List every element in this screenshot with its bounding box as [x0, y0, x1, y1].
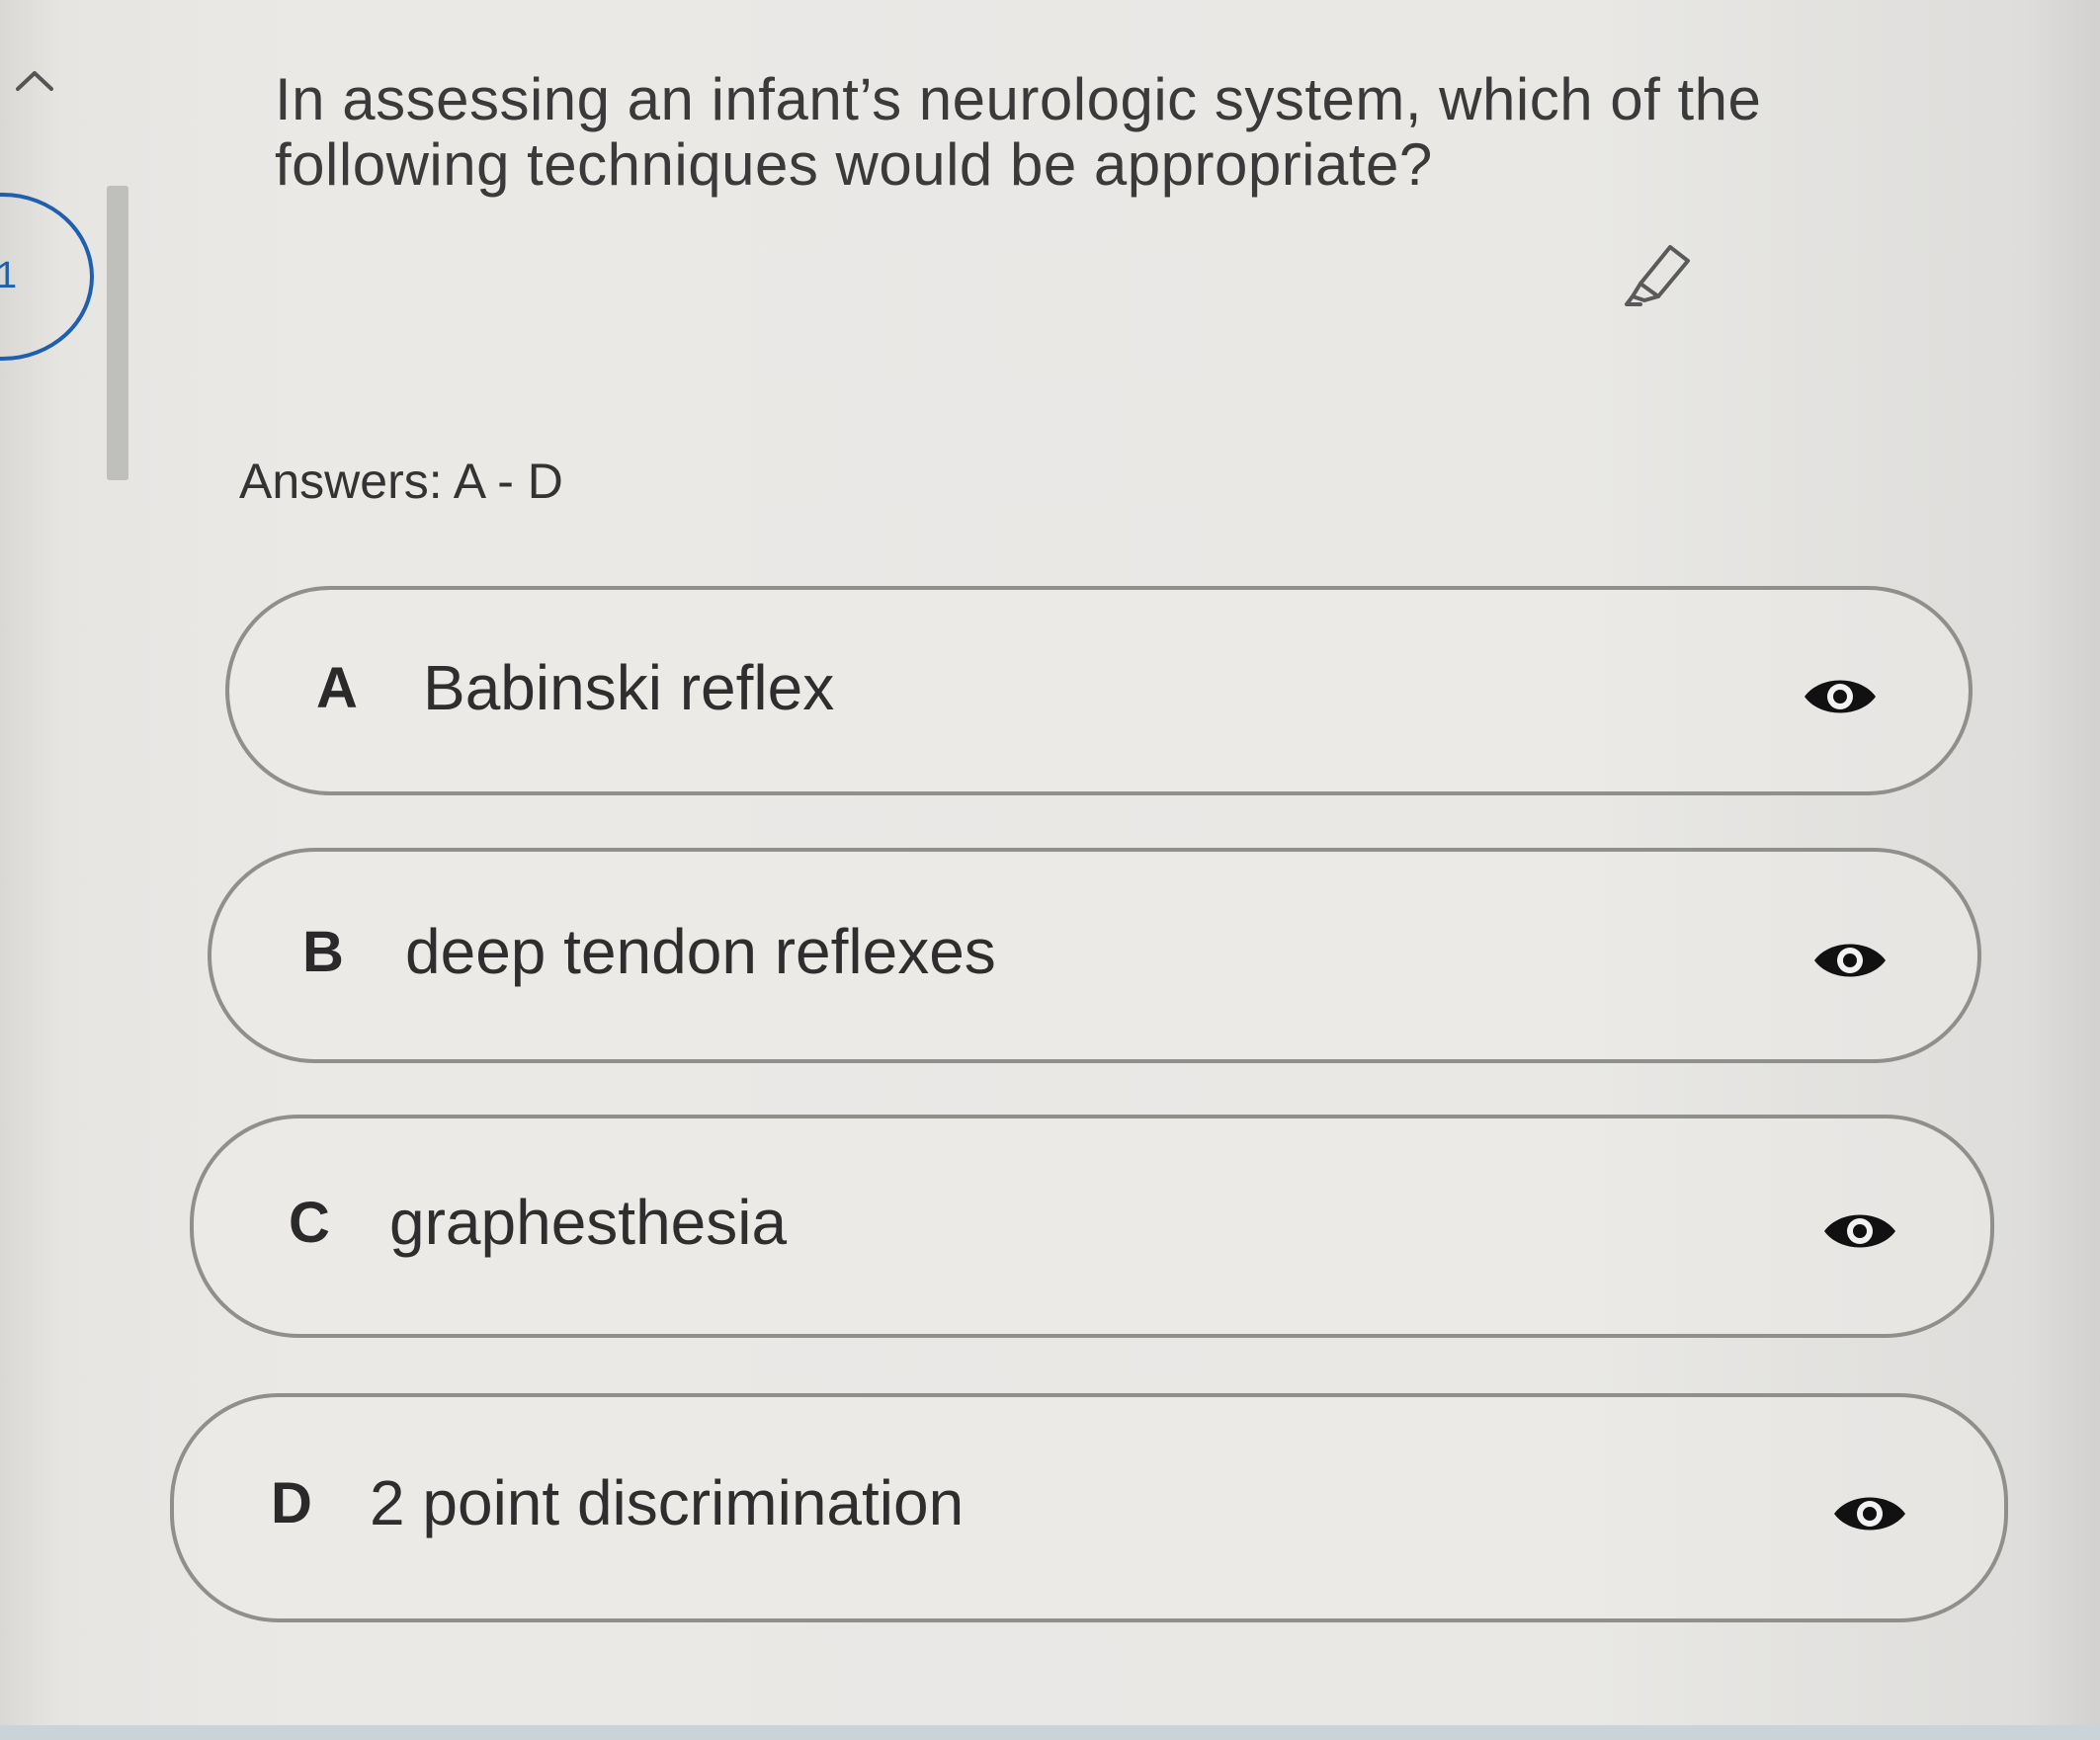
- collapse-button[interactable]: [10, 59, 59, 99]
- option-text: Babinski reflex: [423, 652, 835, 723]
- highlighter-icon: [1625, 245, 1690, 306]
- option-a[interactable]: A Babinski reflex: [225, 586, 1973, 795]
- chevron-up-icon: [16, 71, 53, 91]
- answers-label: Answers: A - D: [239, 454, 563, 509]
- eye-icon[interactable]: [1830, 1488, 1909, 1539]
- highlight-button[interactable]: [1611, 229, 1700, 318]
- eye-icon[interactable]: [1820, 1205, 1899, 1257]
- question-text: In assessing an infant’s neurologic syst…: [275, 66, 1762, 198]
- bottom-bar: [0, 1725, 2100, 1740]
- option-letter: B: [302, 920, 344, 984]
- eye-icon[interactable]: [1810, 935, 1890, 986]
- option-d[interactable]: D 2 point discrimination: [170, 1393, 2008, 1622]
- option-letter: A: [316, 656, 358, 720]
- eye-icon[interactable]: [1801, 671, 1880, 722]
- question-sidebar: 1: [0, 0, 148, 1740]
- question-number: 1: [0, 255, 18, 296]
- option-text: 2 point discrimination: [370, 1467, 965, 1538]
- option-text: deep tendon reflexes: [405, 916, 996, 987]
- option-c[interactable]: C graphesthesia: [190, 1115, 1994, 1338]
- option-letter: D: [271, 1471, 312, 1535]
- option-b[interactable]: B deep tendon reflexes: [208, 848, 1981, 1063]
- scrollbar-thumb[interactable]: [107, 186, 128, 480]
- option-letter: C: [289, 1191, 330, 1255]
- option-text: graphesthesia: [389, 1187, 788, 1258]
